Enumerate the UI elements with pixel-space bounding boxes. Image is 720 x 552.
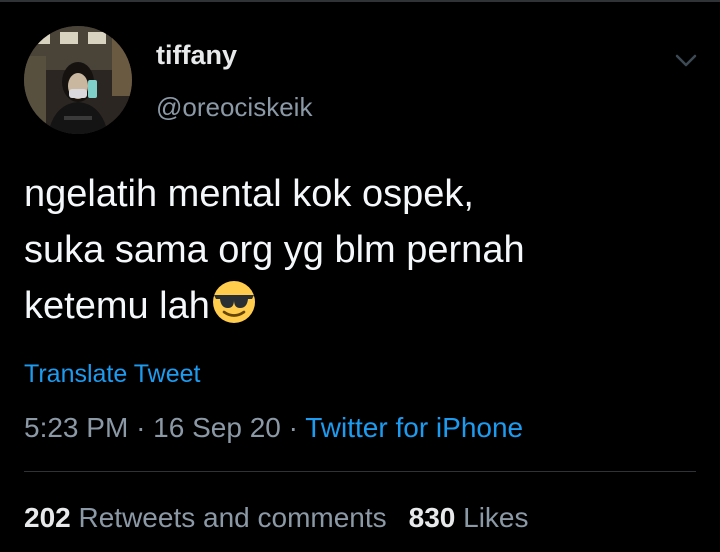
tweet-text: ngelatih mental kok ospek, suka sama org… [24,166,684,334]
tweet-time: 5:23 PM [24,412,129,443]
likes-stat[interactable]: 830 Likes [409,502,529,533]
more-options-button[interactable] [672,46,700,74]
stats-divider [24,471,696,472]
author-handle[interactable]: @oreociskeik [156,92,312,123]
author-display-name[interactable]: tiffany [156,40,237,71]
tweet-date: 16 Sep 20 [153,412,281,443]
tweet-text-line-last: ketemu lah [24,278,684,334]
chevron-down-icon [675,54,697,67]
avatar[interactable] [24,26,132,134]
tweet-source-link[interactable]: Twitter for iPhone [305,412,523,443]
meta-separator: · [136,412,146,443]
tweet-stats: 202 Retweets and comments 830 Likes [24,502,529,534]
retweets-label: Retweets and comments [78,502,387,533]
tweet-text-line: suka sama org yg blm pernah [24,229,525,271]
retweets-stat[interactable]: 202 Retweets and comments [24,502,387,533]
top-divider [0,0,720,2]
likes-label: Likes [463,502,529,533]
avatar-photo [24,26,132,134]
retweets-count: 202 [24,502,71,533]
tweet-text-line: ngelatih mental kok ospek, [24,173,474,215]
translate-tweet-link[interactable]: Translate Tweet [24,360,200,389]
likes-count: 830 [408,502,456,533]
tweet-metadata: 5:23 PM · 16 Sep 20 · Twitter for iPhone [24,412,523,444]
meta-separator: · [288,412,298,443]
tweet-text-line-content: ketemu lah [24,285,210,327]
smiling-face-with-sunglasses-icon [212,281,255,323]
